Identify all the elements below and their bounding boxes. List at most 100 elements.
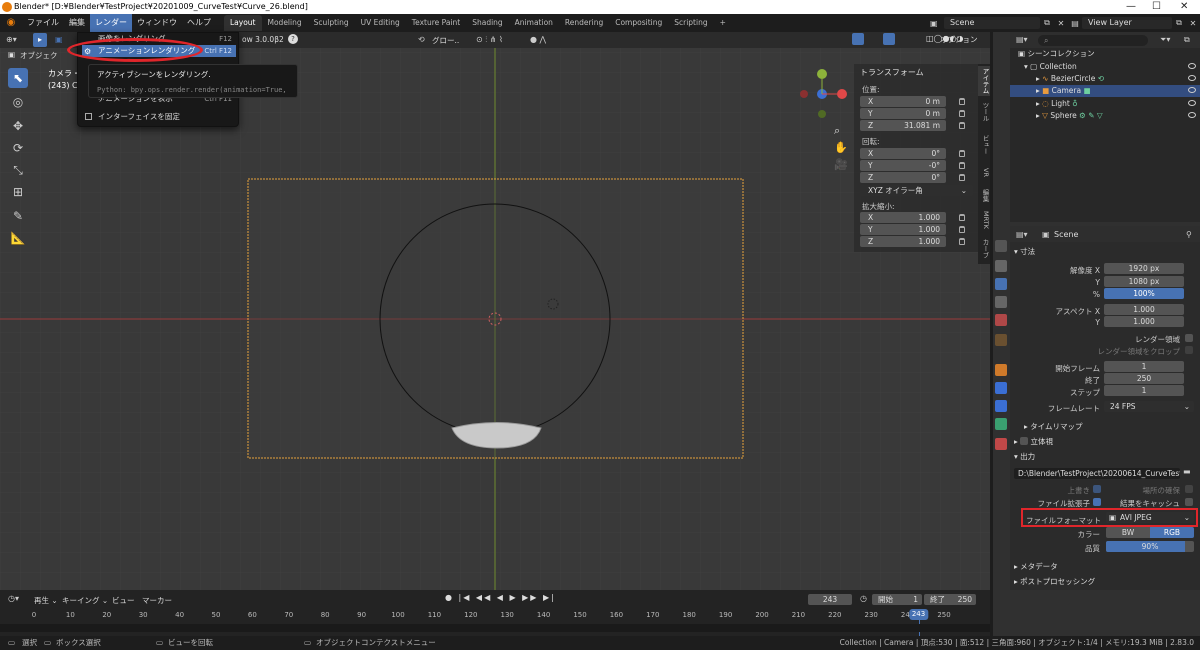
tab-animation[interactable]: Animation: [509, 15, 559, 31]
outliner-row-beziercircle[interactable]: ▸ ∿ BezierCircle ⟲: [1010, 73, 1200, 85]
frame-end-field[interactable]: 250: [1104, 373, 1184, 384]
lock-icon[interactable]: [959, 150, 965, 157]
lock-icon[interactable]: [959, 110, 965, 117]
tab-texture-paint[interactable]: Texture Paint: [406, 15, 466, 31]
outliner-scene-collection[interactable]: ▣ シーンコレクション: [1010, 48, 1200, 60]
move-tool-icon[interactable]: ✥: [8, 116, 28, 136]
lock-icon[interactable]: [959, 98, 965, 105]
transform-orientation[interactable]: グロー..: [432, 35, 459, 46]
gizmo-toggle-icon[interactable]: [852, 33, 864, 45]
menu-window[interactable]: ウィンドウ: [132, 14, 182, 32]
rotation-z-field[interactable]: Z 0°: [860, 172, 946, 183]
rotation-mode-select[interactable]: XYZ オイラー角 ⌄: [860, 185, 973, 196]
cache-result-checkbox[interactable]: [1185, 498, 1193, 506]
render-region-checkbox[interactable]: [1185, 334, 1193, 342]
pin-icon[interactable]: ⚲: [1186, 230, 1192, 239]
crop-region-checkbox[interactable]: [1185, 346, 1193, 354]
frame-rate-select[interactable]: 24 FPS ⌄: [1104, 401, 1194, 412]
menu-render[interactable]: レンダー: [90, 14, 132, 32]
help-icon[interactable]: ?: [288, 34, 298, 44]
scale-z-field[interactable]: Z 1.000: [860, 236, 946, 247]
color-bw-button[interactable]: BW: [1106, 527, 1150, 538]
stereoscopy-section[interactable]: ▸ 立体視: [1014, 436, 1053, 447]
outliner-row-sphere[interactable]: ▸ ▽ Sphere ⚙ ✎ ▽: [1010, 110, 1200, 122]
tab-view[interactable]: ビュー: [978, 128, 990, 162]
select-tool-icon[interactable]: ⬉: [8, 68, 28, 88]
constraints-properties-icon[interactable]: [995, 400, 1007, 412]
outliner-search-input[interactable]: ⌕: [1038, 35, 1148, 46]
navigation-gizmo[interactable]: [798, 66, 850, 122]
lock-icon[interactable]: [959, 174, 965, 181]
resolution-x-field[interactable]: 1920 px: [1104, 263, 1184, 274]
rotation-y-field[interactable]: Y -0°: [860, 160, 946, 171]
outliner-row-light[interactable]: ▸ ◌ Light ♁: [1010, 98, 1200, 110]
post-processing-section[interactable]: ▸ ポストプロセッシング: [1014, 576, 1095, 587]
time-remap-section[interactable]: ▸ タイムリマップ: [1024, 421, 1083, 432]
maximize-button[interactable]: ☐: [1152, 0, 1161, 14]
color-rgb-button[interactable]: RGB: [1150, 527, 1194, 538]
annotate-tool-icon[interactable]: ✎: [8, 206, 28, 226]
blender-menu-icon[interactable]: ◉: [0, 14, 22, 32]
metadata-section[interactable]: ▸ メタデータ: [1014, 561, 1058, 572]
render-properties-icon[interactable]: [995, 260, 1007, 272]
menu-edit[interactable]: 編集: [64, 14, 90, 32]
resolution-percent-field[interactable]: 100%: [1104, 288, 1184, 299]
tab-tool[interactable]: ツール: [978, 100, 990, 124]
quality-slider[interactable]: 90%: [1106, 541, 1194, 552]
scene-properties-icon[interactable]: [995, 314, 1007, 326]
proportional-edit-icon[interactable]: ● ⋀: [530, 35, 546, 44]
pan-hand-icon[interactable]: ✋: [834, 141, 848, 154]
zoom-icon[interactable]: ⌕: [834, 124, 840, 138]
pivot-icon[interactable]: ⊙ ⫶ ⋔ ⌇: [476, 35, 503, 45]
tab-scripting[interactable]: Scripting: [668, 15, 713, 31]
editor-type-icon[interactable]: ⊕▾: [6, 35, 17, 44]
world-properties-icon[interactable]: [995, 334, 1007, 346]
object-mode-selector[interactable]: オブジェク: [20, 50, 58, 61]
location-x-field[interactable]: X0 m: [860, 96, 946, 107]
frame-step-field[interactable]: 1: [1104, 385, 1184, 396]
output-section-header[interactable]: ▾ 出力: [1014, 451, 1035, 462]
measure-tool-icon[interactable]: 📐: [8, 228, 28, 248]
new-scene-icon[interactable]: ⧉: [1040, 18, 1054, 28]
filter-icon[interactable]: ⏷▾: [1160, 35, 1170, 45]
camera-view-icon[interactable]: 🎥: [834, 158, 848, 171]
lock-interface-item[interactable]: インターフェイスを固定: [82, 111, 236, 123]
scene-selector[interactable]: Scene: [944, 17, 1040, 29]
menu-help[interactable]: ヘルプ: [182, 14, 216, 32]
outliner-editor-icon[interactable]: ▤▾: [1016, 35, 1028, 44]
tab-curve[interactable]: カーブ: [978, 236, 990, 262]
tab-sculpting[interactable]: Sculpting: [308, 15, 355, 31]
mode-icon[interactable]: ▣: [8, 50, 15, 59]
lock-icon[interactable]: [959, 214, 965, 221]
viewport-header-partial[interactable]: ow 3.0.0β2: [242, 35, 284, 44]
tab-item[interactable]: アイテム: [978, 66, 990, 96]
physics-properties-icon[interactable]: [995, 382, 1007, 394]
tab-layout[interactable]: Layout: [224, 15, 262, 31]
scale-tool-icon[interactable]: ⤡: [8, 160, 28, 180]
location-z-field[interactable]: Z 31.081 m: [860, 120, 946, 131]
lock-icon[interactable]: [959, 162, 965, 169]
tool-properties-icon[interactable]: [995, 240, 1007, 252]
playhead-badge[interactable]: 243: [908, 609, 929, 620]
new-view-layer-icon[interactable]: ⧉: [1172, 18, 1186, 28]
menu-file[interactable]: ファイル: [22, 14, 64, 32]
box-select-icon[interactable]: ▣: [55, 35, 63, 44]
lock-icon[interactable]: [959, 238, 965, 245]
object-properties-icon[interactable]: [995, 364, 1007, 376]
scale-y-field[interactable]: Y 1.000: [860, 224, 946, 235]
outliner-row-camera[interactable]: ▸ ■ Camera ■: [1010, 85, 1200, 97]
view-layer-selector[interactable]: View Layer: [1082, 17, 1172, 29]
folder-icon[interactable]: ▬: [1183, 467, 1191, 476]
resolution-y-field[interactable]: 1080 px: [1104, 276, 1184, 287]
texture-properties-icon[interactable]: [995, 438, 1007, 450]
tab-modeling[interactable]: Modeling: [262, 15, 308, 31]
rotation-x-field[interactable]: X 0°: [860, 148, 946, 159]
tab-compositing[interactable]: Compositing: [609, 15, 668, 31]
overwrite-checkbox[interactable]: [1093, 485, 1101, 493]
overlay-toggle-icon[interactable]: [883, 33, 895, 45]
tab-shading[interactable]: Shading: [466, 15, 508, 31]
view-layer-properties-icon[interactable]: [995, 296, 1007, 308]
aspect-y-field[interactable]: 1.000: [1104, 316, 1184, 327]
scale-x-field[interactable]: X 1.000: [860, 212, 946, 223]
delete-view-layer-icon[interactable]: ✕: [1186, 19, 1200, 28]
